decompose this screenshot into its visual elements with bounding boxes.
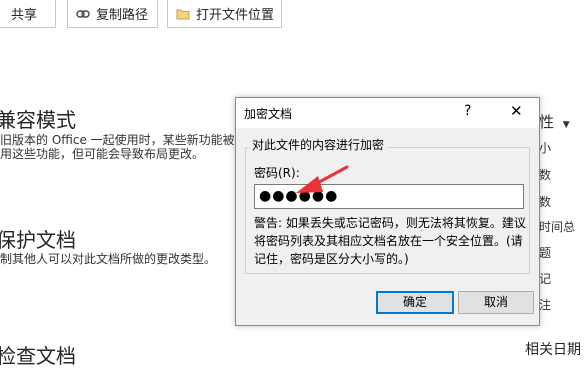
property-label-comments: 注 — [539, 298, 552, 312]
open-file-location-button[interactable]: 打开文件位置 — [167, 0, 282, 28]
property-label-size: 小 — [539, 141, 552, 155]
inspect-document-title: 检查文档 — [0, 344, 76, 368]
properties-heading: 性 ▼ — [539, 111, 570, 132]
copy-path-button[interactable]: 复制路径 — [67, 0, 158, 28]
cancel-button[interactable]: 取消 — [458, 291, 534, 314]
property-label-words: 数 — [539, 195, 552, 209]
property-label-pages: 数 — [539, 168, 552, 182]
open-file-location-label: 打开文件位置 — [196, 8, 275, 23]
property-label-edit-time: 时间总 — [539, 220, 576, 234]
encrypt-group-label: 对此文件的内容进行加密 — [249, 136, 388, 153]
warning-text: 警告: 如果丢失或忘记密码，则无法将其恢复。建议将密码列表及其相应文档名放在一个… — [254, 216, 526, 266]
password-label: 密码(R): — [254, 166, 300, 180]
related-dates-heading: 相关日期 — [525, 342, 581, 358]
share-button[interactable]: 共享 — [0, 0, 56, 28]
property-label-title: 题 — [539, 246, 552, 260]
properties-heading-text: 性 — [539, 113, 555, 131]
ok-button[interactable]: 确定 — [376, 291, 454, 314]
link-icon — [76, 9, 90, 18]
protect-document-line: 制其他人可以对此文档所做的更改类型。 — [0, 252, 217, 266]
password-field[interactable]: ●●●●●● — [254, 184, 524, 209]
folder-icon — [176, 9, 190, 19]
dialog-title-bar: 加密文档 ? ✕ — [236, 98, 539, 128]
dialog-title: 加密文档 — [244, 107, 293, 121]
compat-mode-line-2: 用这些功能，但可能会导致布局更改。 — [0, 147, 205, 161]
help-icon[interactable]: ? — [464, 103, 471, 119]
compat-mode-title: 兼容模式 — [0, 108, 76, 132]
protect-document-title: 保护文档 — [0, 228, 76, 252]
chevron-down-icon[interactable]: ▼ — [563, 120, 570, 130]
encrypt-document-dialog: 加密文档 ? ✕ 对此文件的内容进行加密 密码(R): ●●●●●● 警告: 如… — [235, 97, 540, 326]
property-label-tags: 记 — [539, 272, 552, 286]
close-icon[interactable]: ✕ — [510, 102, 523, 120]
copy-path-label: 复制路径 — [96, 8, 149, 23]
share-button-label: 共享 — [11, 8, 38, 23]
